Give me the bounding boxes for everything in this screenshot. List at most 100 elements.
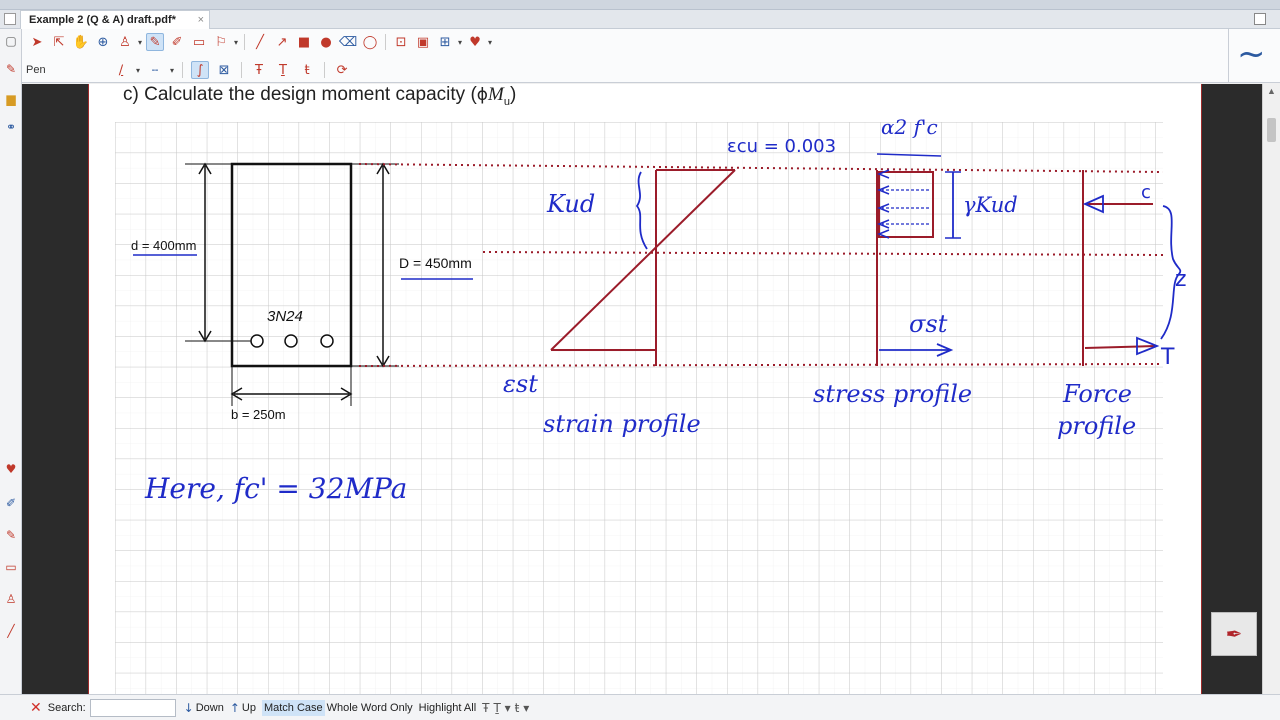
page-thumbnail-icon[interactable]: ▢ [3,33,19,49]
pen-shortcut-icon[interactable]: ✎ [3,61,19,77]
highlighter-preset-icon[interactable]: ✎ [3,527,19,543]
pen-nib-icon: ✒ [1225,622,1243,646]
pdf-editor-window: Example 2 (Q & A) draft.pdf* × ➤ ⇱ ✋ ⊕ ♙… [0,0,1280,720]
rebar-3 [320,334,334,348]
find-down-label: Down [195,701,224,714]
stress-profile-text: stress profile [813,380,972,408]
favorites-dropdown-icon[interactable]: ▾ [488,38,492,47]
highlighter-icon[interactable]: ✐ [168,33,186,51]
match-case-toggle[interactable]: Match Case [261,699,325,716]
document-viewport: c) Calculate the design moment capacity … [22,84,1262,694]
force-profile-text-1: Force [1062,380,1132,408]
highlight-all-toggle[interactable]: Highlight All [419,702,476,714]
given-fc-text: Here, fc' = 32MPa [144,472,407,505]
sigma-st-text: σst [909,310,948,338]
tool-name-label: Pen [26,64,46,76]
hand-icon[interactable]: ✋ [72,33,90,51]
d-label: d = 400mm [131,238,196,253]
smooth-ink-icon[interactable]: ∫ [191,61,210,79]
find-down-button[interactable]: ↓ Down [184,701,224,715]
text-strikeout-icon[interactable]: Ŧ [250,61,268,79]
stroke-color-icon[interactable]: ∕ [112,61,130,79]
image-icon[interactable]: ▣ [414,33,432,51]
whole-word-toggle[interactable]: Whole Word Only [327,702,413,714]
line-style-dropdown-icon[interactable]: ▾ [170,66,174,75]
snapshot-icon[interactable]: ⊡ [392,33,410,51]
pen-preset-icon[interactable]: ✐ [3,495,19,511]
text-highlight-icon[interactable]: Ŧ [482,701,489,715]
close-find-icon[interactable]: ✕ [30,700,42,716]
gamma-kud-text: γKud [963,193,1018,217]
toolbar-row-tools: ➤ ⇱ ✋ ⊕ ♙ ▾ ✎ ✐ ▭ ⚐ ▾ ╱ ↗ ■ ● ⌫ ◯ ⊡ ▣ ⊞ … [28,29,492,55]
tab-close-icon[interactable]: × [198,11,204,29]
select-text-icon[interactable]: ⇱ [50,33,68,51]
z-text: z [1175,267,1187,292]
arrow-line-icon[interactable]: ↗ [273,33,291,51]
scroll-up-icon[interactable]: ▲ [1267,86,1276,96]
favorites-icon[interactable]: ♥ [3,461,19,477]
alpha-fc-text: α2 f'c [881,115,938,139]
bottom-dotted-line [358,363,1164,367]
find-up-button[interactable]: ↑ Up [230,701,256,715]
callout-dropdown-icon[interactable]: ▾ [234,38,238,47]
sketch-layer: εcu = 0.003 Kud α2 f'c γKud c z T σst εs… [131,115,1187,505]
toolbar-row-properties: Pen ∕ ▾ ╌ ▾ ∫ ⊠ Ŧ Ṯ ŧ ⟳ [26,57,351,83]
left-sidebar: ▢ ✎ ▆ ⚭ ♥ ✐ ✎ ▭ ♙ ╱ [0,29,22,694]
floating-pen-button[interactable]: ✒ [1211,612,1257,656]
stroke-color-dropdown-icon[interactable]: ▾ [136,66,140,75]
D-label: D = 450mm [399,255,472,271]
callout-icon[interactable]: ⚐ [212,33,230,51]
t-text: T [1160,345,1175,370]
stamp-dropdown-icon[interactable]: ▾ [138,38,142,47]
eraser-icon[interactable]: ⌫ [339,33,357,51]
ink-settings-icon[interactable]: ⊠ [215,61,233,79]
text-cross-icon[interactable]: ŧ [298,61,316,79]
na-dotted-line [482,251,1164,256]
stamp-preset-icon[interactable]: ♙ [3,591,19,607]
pen-tool-icon[interactable]: ✎ [146,33,165,51]
search-input[interactable] [89,698,176,717]
toolbar-divider [385,34,387,50]
top-dotted-line [358,163,1164,173]
toolbar-divider [182,62,184,78]
alpha-dim-line [876,153,942,157]
toolbar-divider [324,62,326,78]
rectangle-icon[interactable]: ■ [295,33,313,51]
kud-text: Kud [546,190,595,218]
text-strikeout-icon[interactable]: ŧ ▾ [515,701,530,715]
ecu-text: εcu = 0.003 [727,136,836,157]
stamp-icon[interactable]: ♙ [116,33,134,51]
line-preset-icon[interactable]: ╱ [3,623,19,639]
scroll-thumb[interactable] [1267,118,1276,142]
favorites-heart-icon[interactable]: ♥ [466,33,484,51]
b-label: b = 250m [231,407,286,422]
app-logo-panel: ~ [1228,29,1280,83]
line-style-icon[interactable]: ╌ [146,61,164,79]
attachments-icon[interactable]: ⚭ [3,119,19,135]
attach-image-icon[interactable]: ⊞ [436,33,454,51]
tab-bar: Example 2 (Q & A) draft.pdf* × [0,10,1280,29]
bookmarks-icon[interactable]: ▆ [3,91,19,107]
vertical-scrollbar[interactable]: ▲ [1262,84,1280,694]
text-underline-icon[interactable]: Ṯ [274,61,292,79]
arrow-down-icon: ↓ [183,700,194,715]
toolbar-divider [241,62,243,78]
lasso-icon[interactable]: ◯ [361,33,379,51]
line-icon[interactable]: ╱ [251,33,269,51]
pdf-page[interactable]: c) Calculate the design moment capacity … [88,84,1202,694]
annotation-toolbar: ➤ ⇱ ✋ ⊕ ♙ ▾ ✎ ✐ ▭ ⚐ ▾ ╱ ↗ ■ ● ⌫ ◯ ⊡ ▣ ⊞ … [22,29,1228,83]
window-restore-button[interactable] [1254,13,1266,25]
text-underline-icon[interactable]: Ṯ ▾ [494,701,511,715]
ink-rotate-icon[interactable]: ⟳ [333,61,351,79]
ellipse-icon[interactable]: ● [317,33,335,51]
force-profile-text-2: profile [1057,412,1136,440]
eps-st-text: εst [503,370,538,398]
kud-brace [635,171,648,250]
textbox-icon[interactable]: ▭ [190,33,208,51]
tab-menu-button[interactable] [4,13,16,25]
image-dropdown-icon[interactable]: ▾ [458,38,462,47]
textbox-preset-icon[interactable]: ▭ [3,559,19,575]
zoom-icon[interactable]: ⊕ [94,33,112,51]
select-arrow-icon[interactable]: ➤ [28,33,46,51]
document-tab[interactable]: Example 2 (Q & A) draft.pdf* × [20,10,210,29]
